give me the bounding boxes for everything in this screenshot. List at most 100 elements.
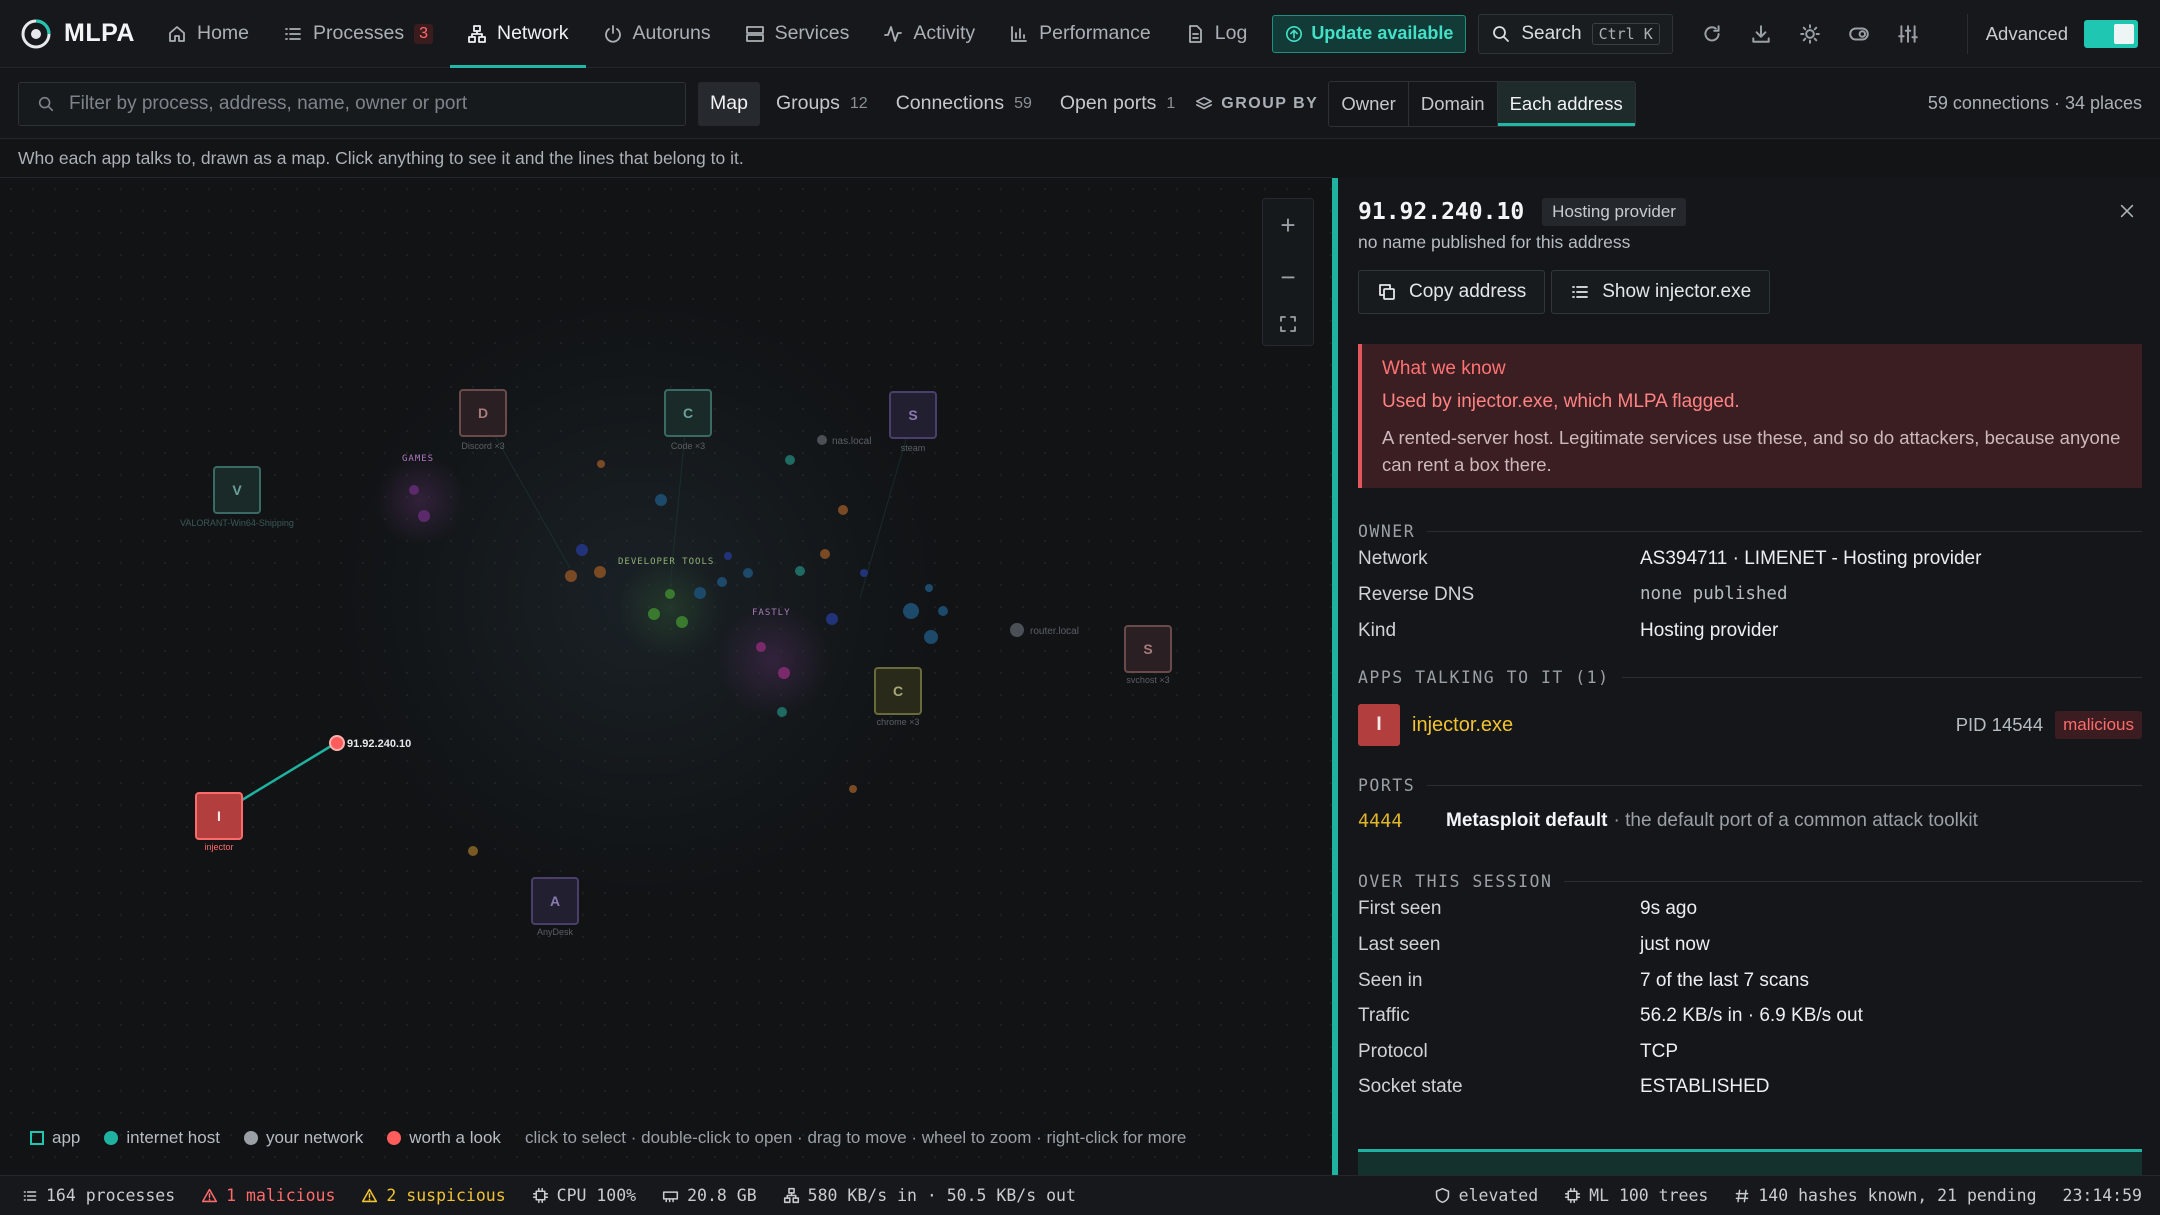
host-dot[interactable]: [594, 566, 606, 578]
update-available-button[interactable]: Update available: [1272, 14, 1467, 53]
map-canvas[interactable]: GAMES DEVELOPER TOOLS FASTLY nas.local r…: [0, 178, 1332, 1175]
status-malicious[interactable]: 1 malicious: [201, 1186, 335, 1205]
nav-activity[interactable]: Activity: [866, 0, 992, 68]
app-node-valorant[interactable]: V VALORANT-Win64-Shipping: [180, 466, 294, 528]
host-dot[interactable]: [576, 544, 588, 556]
host-dot[interactable]: [777, 707, 787, 717]
nav-network[interactable]: Network: [449, 0, 586, 68]
host-dot[interactable]: [565, 570, 577, 582]
nav-performance[interactable]: Performance: [992, 0, 1168, 68]
selected-edge[interactable]: [241, 741, 337, 802]
app-row-injector[interactable]: I injector.exe PID 14544 malicious: [1358, 704, 2142, 746]
host-dot[interactable]: [717, 577, 727, 587]
host-dot[interactable]: [924, 630, 938, 644]
host-dot[interactable]: [694, 587, 706, 599]
panel-footer: [1358, 1152, 2142, 1175]
host-dot[interactable]: [795, 566, 805, 576]
host-dot[interactable]: [743, 568, 753, 578]
toggle-icon[interactable]: [1848, 23, 1870, 45]
tab-count: 12: [849, 94, 868, 112]
local-host-dot[interactable]: [1010, 623, 1024, 637]
memory-icon: [662, 1187, 679, 1204]
brand[interactable]: MLPA: [0, 18, 150, 50]
owner-row-network: Network AS394711 · LIMENET - Hosting prov…: [1358, 548, 2142, 570]
zoom-out-button[interactable]: −: [1280, 262, 1295, 293]
app-node-discord[interactable]: D Discord ×3: [459, 389, 507, 451]
app-label: Code ×3: [671, 441, 705, 451]
legend-your-network: your network: [243, 1128, 364, 1148]
network-map[interactable]: GAMES DEVELOPER TOOLS FASTLY nas.local r…: [0, 178, 1332, 1175]
status-processes[interactable]: 164 processes: [22, 1186, 175, 1205]
legend-label: your network: [265, 1128, 364, 1147]
selected-host-label: 91.92.240.10: [347, 738, 411, 750]
row-value: TCP: [1640, 1041, 1678, 1062]
host-dot[interactable]: [925, 584, 933, 592]
host-dot[interactable]: [597, 460, 605, 468]
app-node-anydesk[interactable]: A AnyDesk: [531, 877, 579, 937]
host-dot[interactable]: [676, 616, 688, 628]
host-dot[interactable]: [778, 667, 790, 679]
group-by-each-address[interactable]: Each address: [1497, 81, 1635, 126]
host-dot[interactable]: [826, 613, 838, 625]
nav-log[interactable]: Log: [1168, 0, 1265, 68]
nav-home[interactable]: Home: [150, 0, 266, 68]
group-label-developer-tools: DEVELOPER TOOLS: [618, 557, 714, 567]
app-label: chrome ×3: [877, 717, 920, 727]
host-dot[interactable]: [648, 608, 660, 620]
zoom-in-button[interactable]: +: [1280, 210, 1295, 241]
advanced-toggle[interactable]: [2084, 19, 2138, 48]
local-host-dot[interactable]: [817, 435, 827, 445]
app-letter: S: [1143, 641, 1152, 657]
host-dot[interactable]: [468, 846, 478, 856]
app-icon: I: [1358, 704, 1400, 746]
fit-view-button[interactable]: [1278, 314, 1298, 334]
tab-open-ports[interactable]: Open ports 1: [1048, 82, 1187, 126]
host-dot[interactable]: [938, 606, 948, 616]
host-dot[interactable]: [756, 642, 766, 652]
nav-processes[interactable]: Processes 3: [266, 0, 450, 68]
tab-label: Groups: [775, 92, 840, 114]
host-dot[interactable]: [418, 510, 430, 522]
host-dot[interactable]: [665, 589, 675, 599]
close-icon[interactable]: [2118, 202, 2136, 220]
nav-label: Network: [496, 22, 569, 44]
copy-address-button[interactable]: Copy address: [1358, 270, 1546, 314]
group-by-owner[interactable]: Owner: [1329, 81, 1409, 126]
tab-connections[interactable]: Connections 59: [884, 82, 1044, 126]
map-legend: app internet host your network worth a l…: [30, 1128, 1186, 1148]
tab-groups[interactable]: Groups 12: [764, 82, 880, 126]
filter-input[interactable]: Filter by process, address, name, owner …: [18, 81, 686, 126]
search-button[interactable]: Search Ctrl K: [1478, 13, 1673, 54]
nav-autoruns[interactable]: Autoruns: [586, 0, 728, 68]
tab-map[interactable]: Map: [698, 81, 760, 126]
group-by-domain[interactable]: Domain: [1409, 81, 1498, 126]
app-name-link[interactable]: injector.exe: [1412, 714, 1513, 737]
group-label-games: GAMES: [402, 454, 434, 464]
map-hint: Who each app talks to, drawn as a map. C…: [18, 148, 744, 168]
download-icon[interactable]: [1750, 23, 1772, 45]
host-dot[interactable]: [860, 569, 868, 577]
host-dot[interactable]: [903, 603, 919, 619]
host-dot[interactable]: [820, 549, 830, 559]
app-node-chrome[interactable]: C chrome ×3: [874, 667, 922, 727]
host-dot[interactable]: [655, 494, 667, 506]
app-node-code[interactable]: C Code ×3: [664, 389, 712, 451]
show-injector-button[interactable]: Show injector.exe: [1551, 270, 1771, 314]
sliders-icon[interactable]: [1897, 23, 1919, 45]
host-dot[interactable]: [409, 485, 419, 495]
app-node-svchost[interactable]: S svchost ×3: [1124, 625, 1172, 685]
view-tabs: Map Groups 12 Connections 59 Open ports 1: [698, 81, 1187, 126]
app-node-injector[interactable]: I injector: [195, 792, 243, 852]
status-suspicious[interactable]: 2 suspicious: [361, 1186, 506, 1205]
selected-host-dot[interactable]: [329, 735, 345, 751]
nav-label: Activity: [913, 22, 976, 44]
nav-services[interactable]: Services: [728, 0, 867, 68]
legend-label: internet host: [126, 1128, 220, 1147]
refresh-icon[interactable]: [1701, 23, 1723, 45]
host-dot[interactable]: [849, 785, 857, 793]
host-dot[interactable]: [724, 552, 732, 560]
alert-line-2: A rented-server host. Legitimate service…: [1382, 427, 2121, 475]
host-dot[interactable]: [785, 455, 795, 465]
host-dot[interactable]: [838, 505, 848, 515]
sun-icon[interactable]: [1799, 23, 1821, 45]
